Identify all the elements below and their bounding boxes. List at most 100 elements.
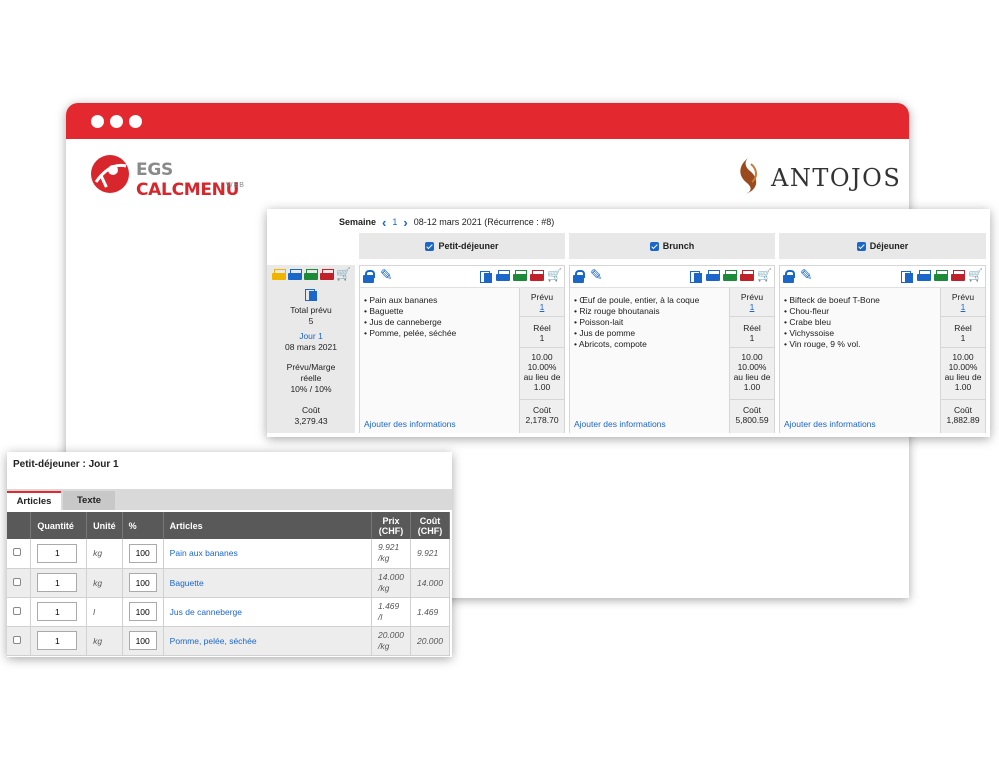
row-checkbox[interactable] xyxy=(13,635,21,644)
cost-label: Coût xyxy=(954,405,972,415)
meal-detail-panel: Petit-déjeuner : Jour 1 Articles Texte Q… xyxy=(7,452,452,657)
list-item: • Vichyssoise xyxy=(784,328,835,338)
column-header-percent[interactable]: % xyxy=(122,512,164,539)
meal-items-list: • Pain aux bananes • Baguette • Jus de c… xyxy=(360,288,520,433)
unit-cell: kg xyxy=(86,626,123,656)
chevron-right-icon[interactable]: › xyxy=(403,216,407,229)
price-value: 10.00 xyxy=(741,352,763,362)
documents-icon[interactable] xyxy=(479,270,493,283)
window-dot-icon[interactable] xyxy=(110,115,123,128)
margin-label-2: réelle xyxy=(300,373,322,383)
checkbox-icon[interactable] xyxy=(856,241,866,251)
tab-texte[interactable]: Texte xyxy=(63,491,115,510)
instead-label: au lieu de xyxy=(733,372,771,382)
list-item: • Jus de canneberge xyxy=(364,317,442,327)
article-link[interactable]: Pain aux bananes xyxy=(163,539,372,569)
printer-green-icon[interactable] xyxy=(304,269,318,282)
documents-icon[interactable] xyxy=(900,270,914,283)
checkbox-icon[interactable] xyxy=(649,241,659,251)
article-link[interactable]: Baguette xyxy=(163,568,372,598)
window-dot-icon[interactable] xyxy=(91,115,104,128)
total-planned-label: Total prévu xyxy=(290,305,332,315)
percent-input[interactable] xyxy=(128,602,157,621)
percent-input[interactable] xyxy=(128,543,157,563)
add-info-link[interactable]: Ajouter des informations xyxy=(574,419,666,429)
margin-label: Prévu/Marge xyxy=(286,362,336,372)
total-planned-value: 5 xyxy=(308,316,314,326)
planned-value-link[interactable]: 1 xyxy=(520,302,564,312)
row-checkbox[interactable] xyxy=(13,577,21,586)
printer-green-icon[interactable] xyxy=(723,270,737,283)
column-header-unite[interactable]: Unité xyxy=(86,512,123,539)
column-header-cout[interactable]: Coût (CHF) xyxy=(410,512,451,539)
cost-label: Coût xyxy=(302,405,320,415)
column-header-quantite[interactable]: Quantité xyxy=(30,512,88,539)
edit-icon[interactable] xyxy=(380,266,394,284)
week-number-link[interactable]: 1 xyxy=(392,217,397,227)
planned-value-link[interactable]: 1 xyxy=(941,302,985,312)
lock-icon[interactable] xyxy=(783,270,797,283)
cart-icon[interactable] xyxy=(547,268,562,283)
actual-value: 1 xyxy=(749,333,755,343)
lock-icon[interactable] xyxy=(573,270,587,283)
printer-red-icon[interactable] xyxy=(320,269,334,282)
edit-icon[interactable] xyxy=(800,266,814,284)
printer-blue-icon[interactable] xyxy=(288,269,302,282)
printer-red-icon[interactable] xyxy=(951,270,965,283)
edit-icon[interactable] xyxy=(590,266,604,284)
printer-green-icon[interactable] xyxy=(513,270,527,283)
meal-card-dejeuner: • Bifteck de boeuf T-Bone • Chou-fleur •… xyxy=(779,265,986,433)
price-value: 10.00 xyxy=(952,352,974,362)
percent-input[interactable] xyxy=(128,631,157,650)
column-header-prix[interactable]: Prix (CHF) xyxy=(371,512,411,539)
list-item: • Jus de pomme xyxy=(574,328,636,338)
printer-green-icon[interactable] xyxy=(934,270,948,283)
percent-value: 10.00% xyxy=(527,362,557,372)
row-checkbox[interactable] xyxy=(13,548,21,557)
antojos-logo-text: ANTOJOS xyxy=(771,164,902,192)
list-item: • Œuf de poule, entier, à la coque xyxy=(574,295,700,305)
printer-red-icon[interactable] xyxy=(740,270,754,283)
tab-articles[interactable]: Articles xyxy=(7,491,61,510)
price-cell: 14.000/kg xyxy=(371,568,411,598)
quantity-input[interactable] xyxy=(37,573,78,592)
cost-cell: 9.921 xyxy=(410,539,451,569)
list-item: • Crabe bleu xyxy=(784,317,831,327)
printer-blue-icon[interactable] xyxy=(917,270,931,283)
printer-red-icon[interactable] xyxy=(530,270,544,283)
printer-blue-icon[interactable] xyxy=(496,270,510,283)
day-link[interactable]: Jour 1 xyxy=(267,331,355,342)
meal-toolbar xyxy=(780,266,985,288)
chevron-left-icon[interactable]: ‹ xyxy=(382,216,386,229)
column-header-articles[interactable]: Articles xyxy=(163,512,372,539)
unit-cell: l xyxy=(86,597,123,627)
window-dot-icon[interactable] xyxy=(129,115,142,128)
article-link[interactable]: Jus de canneberge xyxy=(163,597,372,627)
planned-label: Prévu xyxy=(740,292,764,302)
cost-value: 3,279.43 xyxy=(294,416,328,426)
checkbox-icon[interactable] xyxy=(425,241,435,251)
cart-icon[interactable] xyxy=(757,268,772,283)
quantity-input[interactable] xyxy=(37,631,78,650)
article-link[interactable]: Pomme, pelée, séchée xyxy=(163,626,372,656)
add-info-link[interactable]: Ajouter des informations xyxy=(364,419,456,429)
quantity-input[interactable] xyxy=(37,543,78,563)
meal-header-brunch: Brunch xyxy=(569,233,775,259)
meal-toolbar xyxy=(360,266,564,288)
row-checkbox[interactable] xyxy=(13,606,21,615)
percent-value: 10.00% xyxy=(737,362,767,372)
documents-icon[interactable] xyxy=(304,288,318,301)
add-info-link[interactable]: Ajouter des informations xyxy=(784,419,876,429)
egs-logo-text: EGS CALCMENU xyxy=(136,160,240,200)
lock-icon[interactable] xyxy=(363,270,377,283)
documents-icon[interactable] xyxy=(689,270,703,283)
cart-icon[interactable] xyxy=(968,268,983,283)
egs-logo-sub: WEB xyxy=(226,182,245,189)
printer-yellow-icon[interactable] xyxy=(272,269,286,282)
coffee-bean-icon xyxy=(740,158,757,194)
quantity-input[interactable] xyxy=(37,602,78,621)
cart-icon[interactable] xyxy=(336,267,351,282)
planned-value-link[interactable]: 1 xyxy=(730,302,774,312)
printer-blue-icon[interactable] xyxy=(706,270,720,283)
percent-input[interactable] xyxy=(128,573,157,592)
